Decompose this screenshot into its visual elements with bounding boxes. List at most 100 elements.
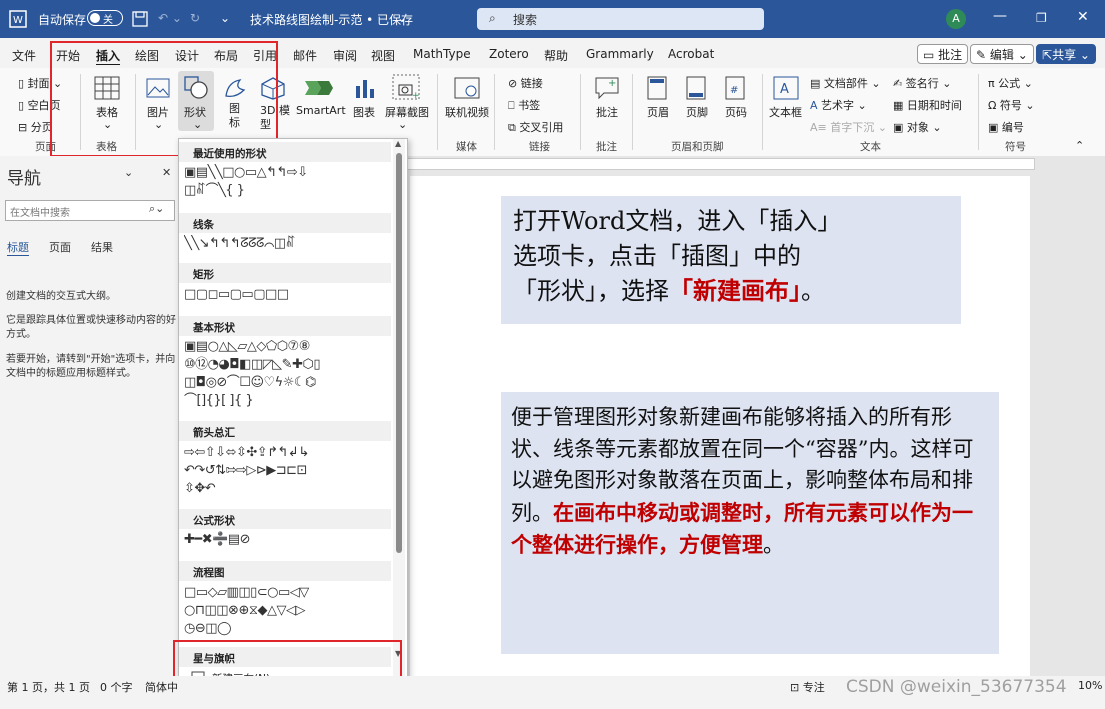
callout-step-line3: 「形状」，选择「新建画布」。 [513, 275, 825, 305]
quick-parts-button[interactable]: ▤ 文档部件 ⌄ [810, 75, 881, 91]
tab-design[interactable]: 设计 [175, 47, 199, 64]
footer-button[interactable]: 页脚 [686, 104, 708, 120]
minimize-icon[interactable]: — [993, 8, 1007, 24]
object-button[interactable]: ▣ 对象 ⌄ [893, 119, 942, 135]
date-time-button[interactable]: ▦ 日期和时间 [893, 97, 962, 113]
tab-mathtype[interactable]: MathType [413, 47, 471, 61]
share-button[interactable]: ⇱共享 ⌄ [1036, 44, 1096, 64]
scroll-down-icon[interactable]: ▼ [395, 649, 401, 658]
section-recent-shapes: 最近使用的形状 [179, 142, 391, 162]
search-icon: ⌕ [489, 11, 496, 25]
online-video-button[interactable]: 联机视频 [445, 104, 489, 120]
scroll-up-icon[interactable]: ▲ [395, 139, 401, 148]
wordart-button[interactable]: A 艺术字 ⌄ [810, 97, 867, 113]
tab-draw[interactable]: 绘图 [135, 47, 159, 64]
picture-icon[interactable] [146, 78, 170, 98]
nav-tab-results[interactable]: 结果 [91, 239, 113, 255]
header-button[interactable]: 页眉 [647, 104, 669, 120]
equation-button[interactable]: π 公式 ⌄ [988, 75, 1033, 91]
tab-review[interactable]: 审阅 [333, 47, 357, 64]
comment-button[interactable]: 批注 [596, 104, 618, 120]
search-box[interactable]: ⌕ 搜索 [477, 8, 764, 30]
word-count[interactable]: 0 个字 [100, 679, 133, 695]
object-icon: ▣ [893, 121, 907, 134]
number-button[interactable]: ▣ 编号 [988, 119, 1024, 135]
footer-icon[interactable] [686, 76, 708, 100]
focus-button[interactable]: ⊡ 专注 [790, 679, 825, 695]
basic-shapes-gallery[interactable]: ▣▤○△◺▱△◇⬠⬡⑦⑧ ⑩⑫◔◕◘◧◫◸◺✎✚⬡▯ ◫◘◎⊘⌒☐☺♡ϟ☼☾⌬ ⌒[]… [184, 338, 394, 410]
tab-insert[interactable]: 插入 [96, 47, 120, 64]
flowchart-gallery[interactable]: □▭◇▱▥◫▯⊂○▭◁▽ ○⊓◫◫⊗⊕⧖◆△▽◁▷ ◷⊖◫◯ [184, 584, 394, 638]
focus-icon: ⊡ [790, 681, 803, 694]
table-chevron-icon[interactable]: ⌄ [103, 118, 112, 131]
restore-icon[interactable]: ❐ [1036, 11, 1047, 25]
page-number-icon[interactable]: # [725, 76, 747, 100]
icons-button[interactable]: 图标 [229, 102, 241, 130]
smartart-icon[interactable] [303, 77, 333, 99]
screenshot-icon[interactable]: + [392, 74, 420, 100]
chart-icon[interactable] [353, 76, 377, 100]
editing-button[interactable]: ✎ 编辑 ⌄ [970, 44, 1034, 64]
customize-qat-icon[interactable]: ⌄ [220, 11, 230, 25]
page-count[interactable]: 第 1 页，共 1 页 [7, 679, 90, 695]
undo-icon[interactable]: ↶ ⌄ [158, 11, 182, 25]
rectangles-gallery[interactable]: □▢◻▭▢▭▢□□ [184, 286, 394, 304]
collapse-ribbon-icon[interactable]: ⌃ [1075, 139, 1084, 152]
page-number-button[interactable]: 页码 [725, 104, 747, 120]
tab-zotero[interactable]: Zotero [489, 47, 529, 61]
recent-shapes-gallery[interactable]: ▣▤╲╲□○▭△↰↰⇨⇩ ◫ꉾ⌒╲{ } [184, 164, 394, 200]
table-icon[interactable] [94, 76, 120, 100]
3d-models-icon[interactable] [260, 76, 286, 100]
redo-icon[interactable]: ↻ [190, 11, 200, 25]
drop-cap-button[interactable]: A≡ 首字下沉 ⌄ [810, 119, 887, 135]
signature-line-button[interactable]: ✍ 签名行 ⌄ [893, 75, 951, 91]
smartart-button[interactable]: SmartArt [296, 104, 346, 117]
tab-mailings[interactable]: 邮件 [293, 47, 317, 64]
tab-view[interactable]: 视图 [371, 47, 395, 64]
textbox-button[interactable]: 文本框 [769, 104, 802, 120]
tab-file[interactable]: 文件 [12, 47, 36, 64]
comments-button[interactable]: ▭ 批注 [917, 44, 969, 64]
tab-references[interactable]: 引用 [253, 47, 277, 64]
blank-page-button[interactable]: ▯ 空白页 [18, 97, 61, 113]
block-arrows-gallery[interactable]: ⇨⇦⇧⇩⬄⇳✣⇪↱↰↲↳ ↶↷↺⇅⇰⇨▷⊳▶⊐⊏⊡ ⇳✥↶ [184, 444, 394, 498]
nav-tab-headings[interactable]: 标题 [7, 239, 29, 255]
symbol-button[interactable]: Ω 符号 ⌄ [988, 97, 1035, 113]
autosave-toggle[interactable]: 关 [87, 10, 123, 26]
tab-grammarly[interactable]: Grammarly [586, 47, 654, 61]
language-status[interactable]: 简体中 [145, 679, 178, 695]
document-title[interactable]: 技术路线图绘制-示范 • 已保存 [250, 11, 413, 28]
3d-models-button[interactable]: 3D 模型 [260, 104, 290, 132]
tab-help[interactable]: 帮助 [544, 47, 568, 64]
document-page[interactable]: 打开Word文档，进入「插入」 选项卡，点击「插图」中的 「形状」，选择「新建画… [410, 176, 1030, 676]
icons-icon[interactable] [222, 76, 248, 100]
tab-layout[interactable]: 布局 [214, 47, 238, 64]
bookmark-button[interactable]: ⎕ 书签 [508, 97, 540, 113]
page-break-button[interactable]: ⊟ 分页 [18, 119, 53, 135]
equation-shapes-gallery[interactable]: ✚━✖➗▤⊘ [184, 531, 394, 549]
textbox-icon[interactable]: A [773, 76, 799, 100]
nav-search-input[interactable]: 在文档中搜索 ⌕⌄ [5, 200, 175, 221]
close-icon[interactable]: ✕ [1077, 9, 1089, 25]
new-comment-icon[interactable]: + [594, 76, 620, 100]
shapes-icon[interactable] [184, 76, 210, 100]
cross-reference-button[interactable]: ⧉ 交叉引用 [508, 119, 563, 135]
scrollbar-thumb[interactable] [396, 153, 402, 553]
horizontal-ruler[interactable] [405, 158, 1035, 170]
tab-home[interactable]: 开始 [56, 47, 80, 64]
zoom-level[interactable]: 10% [1078, 679, 1102, 692]
dropdown-scrollbar[interactable]: ▲ ▼ [393, 139, 405, 689]
link-button[interactable]: ⊘ 链接 [508, 75, 543, 91]
online-video-icon[interactable] [454, 76, 480, 100]
avatar[interactable]: A [946, 9, 966, 29]
nav-close-icon[interactable]: ✕ [162, 166, 171, 179]
header-icon[interactable] [647, 76, 669, 100]
save-icon[interactable] [132, 11, 148, 27]
tab-acrobat[interactable]: Acrobat [668, 47, 714, 61]
cover-page-button[interactable]: ▯ 封面 ⌄ [18, 75, 62, 91]
chart-button[interactable]: 图表 [353, 104, 375, 120]
nav-options-icon[interactable]: ⌄ [124, 166, 133, 179]
chevron-down-icon[interactable]: ⌄ [397, 11, 407, 25]
lines-gallery[interactable]: ╲╲↘↰↰↰ᘔᘔᘔ⌒◫ꉾ [184, 235, 394, 253]
nav-tab-pages[interactable]: 页面 [49, 239, 71, 255]
